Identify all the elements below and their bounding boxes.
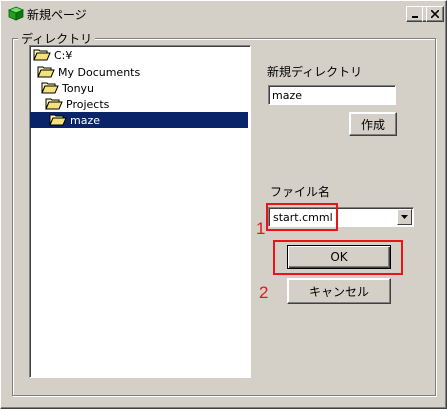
file-name-label: ファイル名 xyxy=(270,185,331,199)
tree-item-label: C:¥ xyxy=(54,48,73,62)
directory-tree[interactable]: C:¥ My Documents Tonyu Projects maze xyxy=(29,45,251,378)
tree-item-root[interactable]: C:¥ xyxy=(33,47,72,63)
folder-open-icon xyxy=(33,49,51,61)
minimize-icon xyxy=(412,16,418,18)
dropdown-button[interactable] xyxy=(397,209,412,225)
new-directory-input[interactable] xyxy=(268,85,396,105)
folder-open-icon xyxy=(45,98,63,110)
callout-2: 2 xyxy=(259,283,269,302)
close-button[interactable] xyxy=(426,6,444,22)
callout-1: 1 xyxy=(256,219,266,238)
cancel-button[interactable]: キャンセル xyxy=(287,278,391,304)
create-button[interactable]: 作成 xyxy=(349,112,397,136)
chevron-down-icon xyxy=(401,215,408,219)
tree-item-label: My Documents xyxy=(58,65,141,79)
app-cube-icon xyxy=(8,6,24,21)
tree-item-maze[interactable]: maze xyxy=(30,112,248,128)
close-icon xyxy=(431,10,439,18)
folder-open-icon xyxy=(41,82,59,94)
tree-item-label: Tonyu xyxy=(62,81,95,95)
folder-open-icon xyxy=(49,114,67,126)
tree-item-projects[interactable]: Projects xyxy=(45,96,109,112)
folder-open-icon xyxy=(37,66,55,78)
highlight-box-2 xyxy=(273,240,403,275)
highlight-box-1 xyxy=(266,203,338,231)
tree-item-label: Projects xyxy=(66,97,110,111)
tree-item-label: maze xyxy=(70,113,100,127)
title-bar[interactable]: 新規ページ xyxy=(3,3,442,23)
tree-item-tonyu[interactable]: Tonyu xyxy=(41,80,94,96)
tree-item-my-documents[interactable]: My Documents xyxy=(37,64,140,80)
window-title: 新規ページ xyxy=(27,8,87,22)
new-directory-label: 新規ディレクトリ xyxy=(267,65,363,79)
